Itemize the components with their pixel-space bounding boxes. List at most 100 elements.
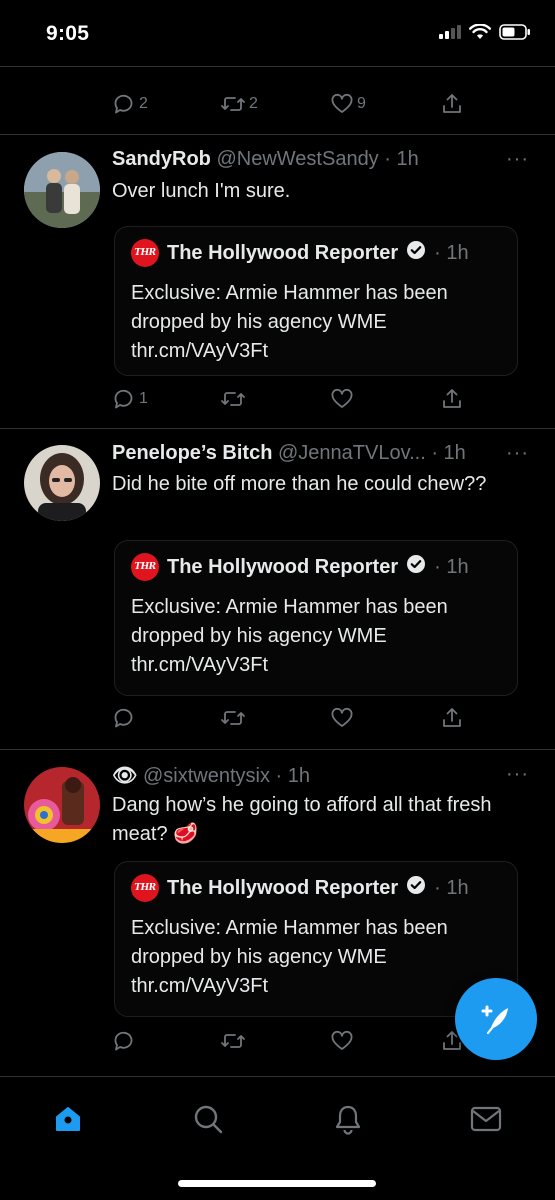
- divider: [0, 66, 555, 67]
- verified-badge-icon: [406, 875, 426, 901]
- retweet-count: 2: [249, 95, 258, 112]
- quoted-tweet[interactable]: THR The Hollywood Reporter · 1h Exclusiv…: [114, 226, 518, 376]
- quote-text: Exclusive: Armie Hammer has been dropped…: [131, 282, 448, 362]
- wifi-icon: [469, 23, 491, 45]
- retweet-button[interactable]: 2: [220, 92, 258, 116]
- tweet-actions: [112, 1029, 472, 1061]
- tab-home[interactable]: [48, 1099, 88, 1139]
- share-icon: [443, 708, 461, 727]
- like-button[interactable]: [330, 1029, 354, 1053]
- more-options-icon[interactable]: ···: [506, 148, 529, 171]
- home-indicator: [178, 1180, 376, 1187]
- handle[interactable]: @JennaTVLov...: [278, 442, 426, 464]
- messages-icon: [470, 1106, 502, 1132]
- signal-icon: [439, 25, 461, 44]
- more-options-icon[interactable]: ···: [506, 763, 529, 786]
- status-bar: 9:05: [0, 0, 555, 66]
- quoted-tweet[interactable]: THR The Hollywood Reporter · 1h Exclusiv…: [114, 861, 518, 1017]
- like-count: 9: [357, 95, 366, 112]
- tab-messages[interactable]: [466, 1099, 506, 1139]
- heart-icon: [331, 1030, 353, 1050]
- quote-text: Exclusive: Armie Hammer has been dropped…: [131, 596, 448, 676]
- reply-button[interactable]: 1: [112, 387, 148, 411]
- heart-icon: [331, 93, 353, 113]
- reply-icon: [114, 1031, 133, 1051]
- retweet-button[interactable]: [220, 1029, 246, 1053]
- tweet-text: Dang how’s he going to afford all that f…: [112, 794, 492, 845]
- thr-logo-icon: THR: [131, 874, 159, 902]
- reply-count: 1: [139, 390, 148, 407]
- quote-header: THR The Hollywood Reporter · 1h: [131, 239, 469, 267]
- previous-tweet-actions: 2 2 9: [112, 92, 472, 124]
- compose-feather-icon: [481, 1005, 508, 1035]
- tab-search[interactable]: [188, 1099, 228, 1139]
- heart-icon: [331, 707, 353, 727]
- compose-tweet-button[interactable]: [455, 978, 537, 1060]
- reply-count: 2: [139, 95, 148, 112]
- reply-button[interactable]: 2: [112, 92, 148, 116]
- like-button[interactable]: 9: [330, 92, 366, 116]
- notifications-icon: [335, 1105, 361, 1135]
- quote-display-name: The Hollywood Reporter: [167, 876, 399, 899]
- like-button[interactable]: [330, 706, 354, 730]
- like-button[interactable]: [330, 387, 354, 411]
- retweet-icon: [221, 711, 245, 725]
- display-name[interactable]: Penelope’s Bitch: [112, 442, 272, 464]
- status-icons: [439, 23, 531, 45]
- verified-badge-icon: [406, 240, 426, 266]
- tweet-item[interactable]: Penelope’s Bitch @JennaTVLov... · 1h ···…: [0, 428, 555, 749]
- status-time: 9:05: [46, 22, 90, 45]
- home-icon: [56, 1107, 80, 1131]
- handle[interactable]: @sixtwentysix: [143, 765, 270, 787]
- tweet-header: SandyRob @NewWestSandy · 1h: [112, 148, 535, 178]
- reply-button[interactable]: [112, 706, 136, 730]
- tweet-header: 👁 @sixtwentysix · 1h: [112, 763, 535, 793]
- tweet-actions: [112, 706, 472, 738]
- quote-header: THR The Hollywood Reporter · 1h: [131, 874, 469, 902]
- quote-timestamp: · 1h: [434, 555, 469, 578]
- thr-logo-icon: THR: [131, 239, 159, 267]
- quote-text: Exclusive: Armie Hammer has been dropped…: [131, 917, 448, 997]
- avatar[interactable]: [24, 445, 100, 521]
- timestamp: · 1h: [384, 148, 419, 170]
- retweet-button[interactable]: [220, 387, 246, 411]
- quote-display-name: The Hollywood Reporter: [167, 555, 399, 578]
- share-button[interactable]: [440, 706, 464, 730]
- timestamp: · 1h: [431, 442, 466, 464]
- avatar[interactable]: [24, 767, 100, 843]
- share-icon: [443, 389, 461, 408]
- display-name[interactable]: SandyRob: [112, 148, 211, 170]
- tweet-text: Did he bite off more than he could chew?…: [112, 473, 487, 495]
- reply-icon: [114, 708, 133, 728]
- reply-icon: [114, 389, 133, 409]
- retweet-button[interactable]: [220, 706, 246, 730]
- quote-header: THR The Hollywood Reporter · 1h: [131, 553, 469, 581]
- retweet-icon: [221, 392, 245, 406]
- share-button[interactable]: [440, 387, 464, 411]
- timestamp: · 1h: [275, 765, 310, 787]
- heart-icon: [331, 388, 353, 408]
- verified-badge-icon: [406, 554, 426, 580]
- avatar[interactable]: [24, 152, 100, 228]
- tweet-text: Over lunch I'm sure.: [112, 180, 291, 202]
- handle[interactable]: @NewWestSandy: [216, 148, 378, 170]
- more-options-icon[interactable]: ···: [506, 442, 529, 465]
- tweet-item[interactable]: SandyRob @NewWestSandy · 1h ··· Over lun…: [0, 134, 555, 428]
- tweet-header: Penelope’s Bitch @JennaTVLov... · 1h: [112, 442, 535, 472]
- thr-logo-icon: THR: [131, 553, 159, 581]
- quote-timestamp: · 1h: [434, 241, 469, 264]
- display-name[interactable]: 👁: [112, 765, 137, 787]
- quote-timestamp: · 1h: [434, 876, 469, 899]
- quoted-tweet[interactable]: THR The Hollywood Reporter · 1h Exclusiv…: [114, 540, 518, 696]
- search-icon: [194, 1105, 223, 1134]
- retweet-icon: [221, 97, 245, 111]
- share-icon: [443, 94, 461, 113]
- tab-notifications[interactable]: [328, 1099, 368, 1139]
- battery-icon: [499, 24, 531, 45]
- tweet-actions: 1: [112, 387, 472, 419]
- share-button[interactable]: [440, 92, 464, 116]
- reply-button[interactable]: [112, 1029, 136, 1053]
- quote-display-name: The Hollywood Reporter: [167, 241, 399, 264]
- retweet-icon: [221, 1034, 245, 1048]
- reply-icon: [114, 94, 133, 114]
